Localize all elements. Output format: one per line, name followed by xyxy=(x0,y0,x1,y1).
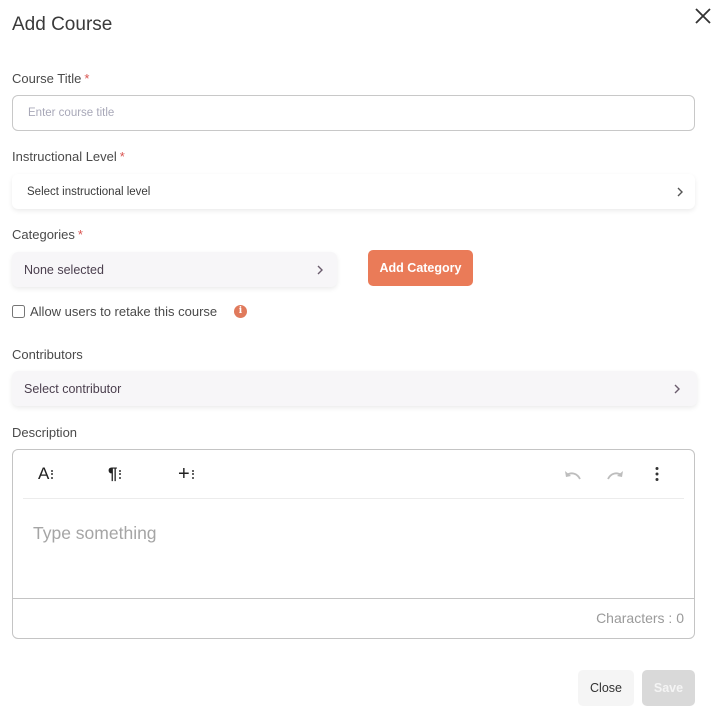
instructional-level-label: Instructional Level * xyxy=(12,149,125,164)
close-button[interactable]: Close xyxy=(578,670,634,706)
required-mark: * xyxy=(119,149,125,164)
character-count: Characters : 0 xyxy=(596,610,684,626)
contributors-select[interactable]: Select contributor xyxy=(12,371,697,406)
dropdown-dots-icon xyxy=(191,468,195,480)
undo-button[interactable] xyxy=(563,462,583,486)
insert-button[interactable]: + xyxy=(178,462,195,486)
font-style-button[interactable]: A xyxy=(38,462,54,486)
chevron-right-icon xyxy=(677,187,683,196)
close-icon[interactable] xyxy=(693,6,713,26)
undo-icon xyxy=(565,471,581,480)
course-title-label: Course Title * xyxy=(12,71,89,86)
contributors-value: Select contributor xyxy=(24,381,122,396)
redo-button[interactable] xyxy=(605,462,625,486)
plus-icon: + xyxy=(178,462,190,485)
categories-value: None selected xyxy=(24,262,104,277)
editor-toolbar: A ¶ + xyxy=(23,450,684,499)
description-text-area[interactable]: Type something xyxy=(33,523,157,544)
redo-icon xyxy=(607,471,623,480)
dropdown-dots-icon xyxy=(119,468,122,480)
add-category-button[interactable]: Add Category xyxy=(368,250,473,286)
retake-checkbox[interactable] xyxy=(12,305,25,318)
chevron-right-icon xyxy=(317,265,323,274)
more-vertical-icon xyxy=(655,467,659,481)
editor-footer: Characters : 0 xyxy=(13,598,694,638)
more-options-button[interactable] xyxy=(654,462,660,486)
categories-label: Categories * xyxy=(12,227,83,242)
instructional-level-label-text: Instructional Level xyxy=(12,149,117,164)
categories-select[interactable]: None selected xyxy=(12,252,337,287)
instructional-level-select[interactable]: Select instructional level xyxy=(12,174,695,209)
info-icon[interactable]: i xyxy=(234,305,247,318)
retake-checkbox-row[interactable]: Allow users to retake this course xyxy=(12,304,217,319)
font-style-icon: A xyxy=(38,464,50,483)
required-mark: * xyxy=(77,227,83,242)
description-label: Description xyxy=(12,425,78,440)
dialog-title: Add Course xyxy=(12,14,113,35)
retake-label: Allow users to retake this course xyxy=(30,304,218,319)
course-title-label-text: Course Title xyxy=(12,71,82,86)
dropdown-dots-icon xyxy=(51,468,54,480)
paragraph-style-button[interactable]: ¶ xyxy=(108,462,122,486)
instructional-level-value: Select instructional level xyxy=(27,185,151,198)
paragraph-icon: ¶ xyxy=(108,464,118,483)
save-button[interactable]: Save xyxy=(642,670,695,706)
contributors-label: Contributors xyxy=(12,347,83,362)
chevron-right-icon xyxy=(674,384,680,393)
course-title-input[interactable] xyxy=(12,95,695,131)
categories-label-text: Categories xyxy=(12,227,75,242)
required-mark: * xyxy=(84,71,90,86)
description-editor: A ¶ + Type something Characters: 0 xyxy=(12,449,695,639)
